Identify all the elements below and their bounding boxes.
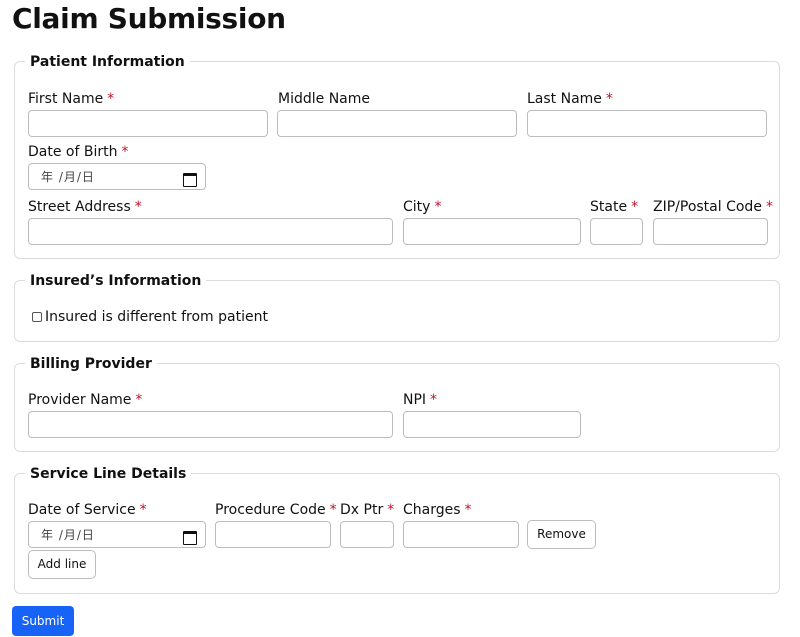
date-of-birth-placeholder: 年 /月/日: [41, 170, 95, 184]
submit-button[interactable]: Submit: [12, 606, 74, 636]
required-marker: *: [107, 91, 115, 107]
date-of-birth-label: Date of Birth *: [28, 144, 129, 160]
middle-name-input[interactable]: [277, 110, 517, 137]
required-marker: *: [387, 502, 395, 518]
provider-name-label: Provider Name *: [28, 392, 143, 408]
street-address-input[interactable]: [28, 218, 393, 245]
street-address-label: Street Address *: [28, 199, 142, 215]
insured-information-section: Insured’s Information Insured is differe…: [14, 272, 780, 342]
npi-label: NPI *: [403, 392, 438, 408]
zip-label: ZIP/Postal Code *: [653, 199, 773, 215]
required-marker: *: [139, 502, 147, 518]
service-line-section: Service Line Details Date of Service * 年 …: [14, 465, 780, 594]
required-marker: *: [135, 392, 143, 408]
insured-section-legend: Insured’s Information: [25, 272, 207, 290]
page-title: Claim Submission: [12, 2, 286, 35]
date-of-service-placeholder: 年 /月/日: [41, 528, 95, 542]
service-section-legend: Service Line Details: [25, 465, 192, 483]
provider-name-input[interactable]: [28, 411, 393, 438]
date-of-birth-input[interactable]: 年 /月/日: [28, 163, 206, 190]
required-marker: *: [121, 144, 129, 160]
city-input[interactable]: [403, 218, 581, 245]
required-marker: *: [631, 199, 639, 215]
patient-information-section: Patient Information First Name * Middle N…: [14, 53, 780, 259]
required-marker: *: [434, 199, 442, 215]
city-label: City *: [403, 199, 442, 215]
calendar-icon[interactable]: [183, 529, 197, 545]
patient-section-legend: Patient Information: [25, 53, 190, 71]
zip-input[interactable]: [653, 218, 768, 245]
required-marker: *: [134, 199, 142, 215]
npi-input[interactable]: [403, 411, 581, 438]
claim-form-page: Claim Submission Patient Information Fir…: [0, 0, 800, 637]
required-marker: *: [464, 502, 472, 518]
required-marker: *: [765, 199, 773, 215]
state-input[interactable]: [590, 218, 643, 245]
billing-section-legend: Billing Provider: [25, 355, 157, 373]
date-of-service-label: Date of Service *: [28, 502, 147, 518]
required-marker: *: [605, 91, 613, 107]
required-marker: *: [329, 502, 337, 518]
charges-label: Charges *: [403, 502, 472, 518]
charges-input[interactable]: [403, 521, 519, 548]
insured-different-label[interactable]: Insured is different from patient: [45, 308, 268, 326]
procedure-code-label: Procedure Code *: [215, 502, 337, 518]
remove-line-button[interactable]: Remove: [527, 520, 596, 549]
required-marker: *: [430, 392, 438, 408]
middle-name-label: Middle Name: [278, 91, 370, 107]
dx-ptr-label: Dx Ptr *: [340, 502, 395, 518]
state-label: State *: [590, 199, 639, 215]
billing-provider-section: Billing Provider Provider Name * NPI *: [14, 355, 780, 452]
calendar-icon[interactable]: [183, 171, 197, 187]
last-name-label: Last Name *: [527, 91, 613, 107]
date-of-service-input[interactable]: 年 /月/日: [28, 521, 206, 548]
dx-ptr-input[interactable]: [340, 521, 394, 548]
insured-different-checkbox[interactable]: [32, 312, 42, 322]
first-name-input[interactable]: [28, 110, 268, 137]
procedure-code-input[interactable]: [215, 521, 331, 548]
first-name-label: First Name *: [28, 91, 115, 107]
last-name-input[interactable]: [527, 110, 767, 137]
add-line-button[interactable]: Add line: [28, 550, 96, 579]
